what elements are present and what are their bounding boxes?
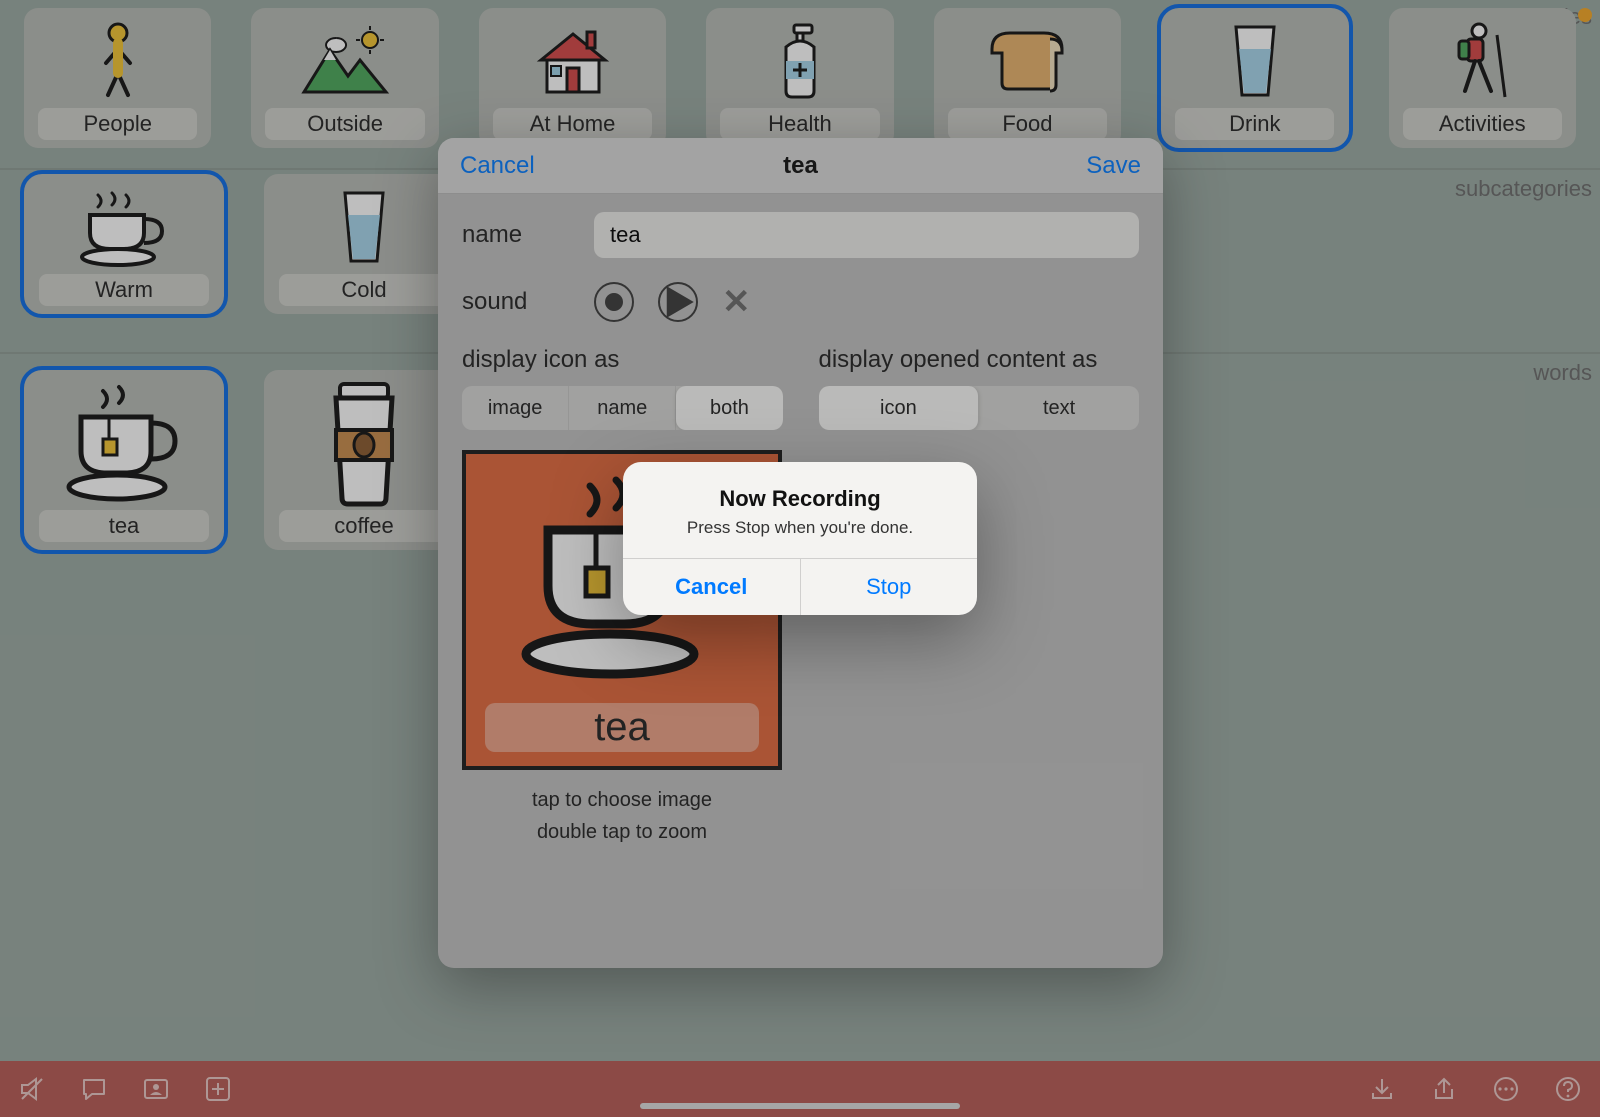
play-icon — [660, 284, 696, 320]
seg-option-icon[interactable]: icon — [819, 386, 980, 430]
sound-label: sound — [462, 288, 572, 316]
record-button[interactable] — [594, 282, 634, 322]
segmented-display-icon: image name both — [462, 386, 783, 430]
hint-zoom: double tap to zoom — [462, 816, 782, 848]
tea-cup-icon — [24, 376, 224, 510]
category-card-at-home[interactable]: At Home — [479, 8, 666, 148]
subcategory-card-warm[interactable]: Warm — [24, 174, 224, 314]
sanitizer-icon — [706, 14, 893, 108]
glass-icon — [1161, 14, 1348, 108]
subcategory-label: Cold — [279, 274, 449, 306]
person-card-icon[interactable] — [142, 1075, 170, 1103]
category-card-people[interactable]: People — [24, 8, 211, 148]
display-content-label: display opened content as — [819, 346, 1140, 374]
category-label: At Home — [493, 108, 652, 140]
mountain-sun-icon — [251, 14, 438, 108]
coffee-cup-icon — [264, 376, 464, 510]
hot-cup-icon — [24, 180, 224, 274]
house-icon — [479, 14, 666, 108]
more-icon[interactable] — [1492, 1075, 1520, 1103]
word-label: coffee — [279, 510, 449, 542]
modal-title: tea — [438, 152, 1163, 180]
category-label: Health — [720, 108, 879, 140]
alert-cancel-button[interactable]: Cancel — [623, 559, 801, 615]
preview-label: tea — [485, 703, 760, 752]
name-input[interactable] — [594, 212, 1139, 258]
alert-title: Now Recording — [643, 486, 957, 512]
modal-header: Cancel tea Save — [438, 138, 1163, 194]
name-label: name — [462, 221, 572, 249]
category-label: Outside — [265, 108, 424, 140]
play-button[interactable] — [658, 282, 698, 322]
word-card-tea[interactable]: tea — [24, 370, 224, 550]
recording-alert: Now Recording Press Stop when you're don… — [623, 462, 977, 615]
download-icon[interactable] — [1368, 1075, 1396, 1103]
share-icon[interactable] — [1430, 1075, 1458, 1103]
alert-message: Press Stop when you're done. — [643, 518, 957, 538]
category-label: Drink — [1175, 108, 1334, 140]
subcategory-card-cold[interactable]: Cold — [264, 174, 464, 314]
word-label: tea — [39, 510, 209, 542]
seg-option-text[interactable]: text — [979, 386, 1139, 430]
preview-hints: tap to choose image double tap to zoom — [462, 784, 782, 848]
category-card-food[interactable]: Food — [934, 8, 1121, 148]
category-card-health[interactable]: Health — [706, 8, 893, 148]
help-icon[interactable] — [1554, 1075, 1582, 1103]
category-label: Food — [948, 108, 1107, 140]
hiker-icon — [1389, 14, 1576, 108]
category-label: Activities — [1403, 108, 1562, 140]
categories-row: People Outside At Home Health Food Drink — [24, 8, 1576, 148]
word-card-coffee[interactable]: coffee — [264, 370, 464, 550]
segmented-display-content: icon text — [819, 386, 1140, 430]
subcategory-label: Warm — [39, 274, 209, 306]
add-icon[interactable] — [204, 1075, 232, 1103]
bread-icon — [934, 14, 1121, 108]
category-card-activities[interactable]: Activities — [1389, 8, 1576, 148]
save-button[interactable]: Save — [1086, 152, 1141, 180]
category-label: People — [38, 108, 197, 140]
display-icon-label: display icon as — [462, 346, 783, 374]
notification-dot-icon — [1578, 8, 1592, 22]
person-icon — [24, 14, 211, 108]
seg-option-image[interactable]: image — [462, 386, 569, 430]
category-card-outside[interactable]: Outside — [251, 8, 438, 148]
glass-icon — [264, 180, 464, 274]
category-card-drink[interactable]: Drink — [1161, 8, 1348, 148]
home-indicator — [640, 1103, 960, 1109]
mute-icon[interactable] — [18, 1075, 46, 1103]
clear-sound-button[interactable]: ✕ — [722, 282, 751, 322]
seg-option-name[interactable]: name — [569, 386, 676, 430]
seg-option-both[interactable]: both — [676, 386, 782, 430]
record-dot-icon — [605, 293, 623, 311]
speech-bubble-icon[interactable] — [80, 1075, 108, 1103]
cancel-button[interactable]: Cancel — [460, 152, 535, 180]
alert-stop-button[interactable]: Stop — [801, 559, 978, 615]
hint-choose: tap to choose image — [462, 784, 782, 816]
